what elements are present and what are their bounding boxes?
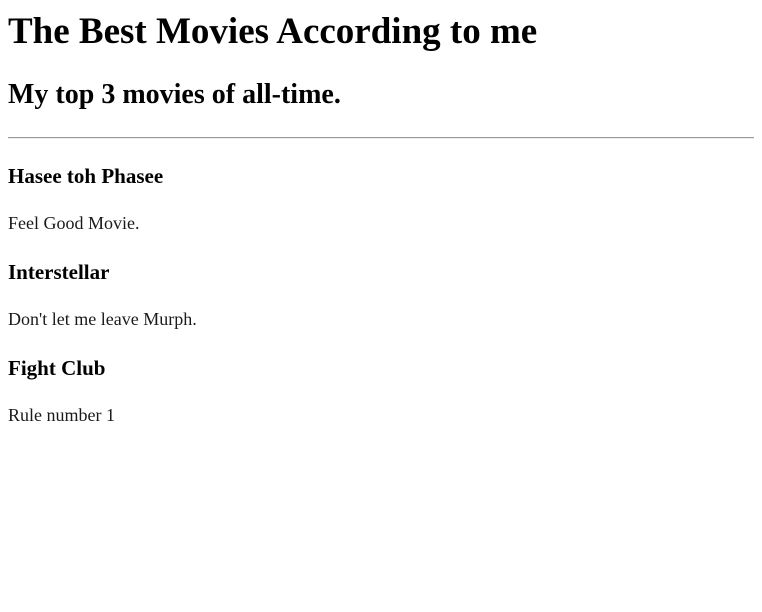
- page-title: The Best Movies According to me: [8, 11, 538, 52]
- movie-description: Feel Good Movie.: [8, 213, 140, 233]
- movie-title: Interstellar: [8, 260, 110, 284]
- movie-item: Interstellar Don't let me leave Murph.: [8, 260, 754, 330]
- movie-item: Hasee toh Phasee Feel Good Movie.: [8, 164, 754, 234]
- divider: [8, 137, 754, 139]
- page: The Best Movies According to me My top 3…: [0, 10, 762, 426]
- movie-description: Rule number 1: [8, 405, 115, 425]
- movie-title: Fight Club: [8, 356, 106, 380]
- movie-title: Hasee toh Phasee: [8, 164, 164, 188]
- movie-description: Don't let me leave Murph.: [8, 309, 197, 329]
- movie-item: Fight Club Rule number 1: [8, 356, 754, 426]
- page-subtitle: My top 3 movies of all-time.: [8, 79, 341, 110]
